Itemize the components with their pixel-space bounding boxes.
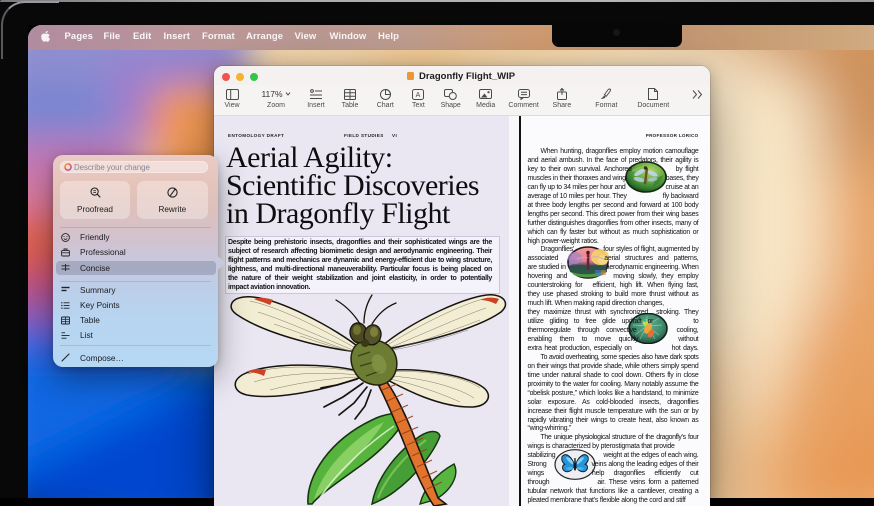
svg-text:A: A	[416, 92, 421, 99]
